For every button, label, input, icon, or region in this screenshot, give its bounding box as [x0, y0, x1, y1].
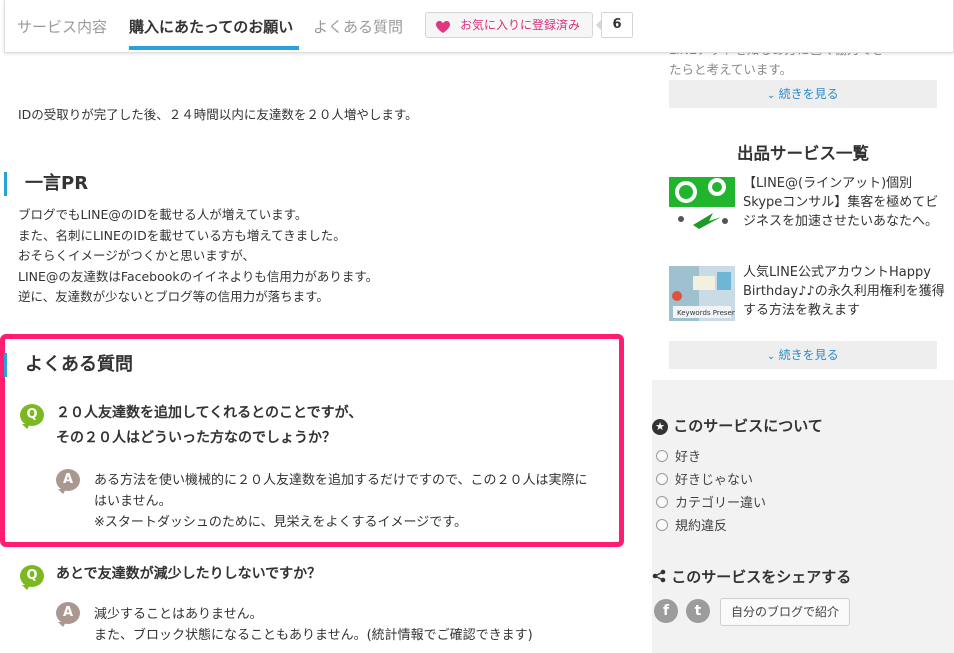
service-title: 【LINE@(ラインアット)個別Skypeコンサル】集客を極めてビジネスを加速さ…: [743, 176, 939, 229]
main-content: IDの受取りが完了した後、２４時間以内に友達数を２０人増やします。 一言PR ブ…: [0, 0, 640, 653]
faq-question: あとで友達数が減少したりしないですか？: [56, 562, 321, 587]
pr-line: LINE@の友達数はFacebookのイイネよりも信用力があります。: [18, 268, 379, 284]
radio-button[interactable]: [656, 473, 668, 485]
chevron-down-icon: ⌄: [767, 91, 775, 101]
radio-button[interactable]: [656, 450, 668, 462]
read-more-label: 続きを見る: [778, 87, 839, 101]
svg-text:Keywords Present: Keywords Present: [677, 309, 735, 317]
answer-line: 減少することはありません。: [94, 607, 263, 622]
pr-line: ブログでもLINE@のIDを載せる人が増えています。: [18, 207, 308, 222]
services-heading: 出品サービス一覧: [737, 144, 869, 163]
services-panel: LINEアットを知るあ方に色く協力でき たらと考えています。 ⌄ 続きを見る 出…: [652, 0, 954, 380]
answer-line: はいません。: [94, 494, 172, 509]
read-more-profile-button[interactable]: ⌄ 続きを見る: [669, 80, 937, 108]
answer-badge: A: [56, 469, 80, 494]
intro-text: IDの受取りが完了した後、２４時間以内に友達数を２０人増やします。: [18, 107, 418, 122]
answer-line: ある方法を使い機械的に２０人友達数を追加するだけですので、この２０人は実際に: [94, 473, 588, 488]
tab-bar: サービス内容 購入にあたってのお願い よくある質問 お気に入りに登録済み 6: [4, 0, 954, 53]
star-circle-icon: ★: [652, 419, 668, 435]
read-more-services-button[interactable]: ⌄ 続きを見る: [669, 341, 937, 369]
pr-heading: 一言PR: [4, 172, 88, 196]
faq-answer: 減少することはありません。 また、ブロック状態になることもありません。(統計情報…: [94, 604, 533, 646]
faq-answer: ある方法を使い機械的に２０人友達数を追加するだけですので、この２０人は実際に は…: [94, 470, 587, 533]
faded-line: たらと考えています。: [669, 62, 793, 77]
share-icon: [652, 568, 671, 586]
active-tab-indicator: [129, 46, 299, 50]
faq-question: ２０人友達数を追加してくれるとのことですが、 その２０人はどういった方なのでしょ…: [56, 401, 362, 451]
radio-button[interactable]: [656, 496, 668, 508]
tab-purchase-notes[interactable]: 購入にあたってのお願い: [129, 16, 293, 37]
about-service-title: ★ このサービスについて: [652, 415, 823, 436]
option-label: 規約違反: [675, 519, 728, 534]
heart-icon: [435, 18, 451, 33]
tab-service-details[interactable]: サービス内容: [17, 16, 107, 37]
facebook-share-button[interactable]: f: [654, 599, 678, 623]
blog-share-button[interactable]: 自分のブログで紹介: [720, 598, 850, 626]
service-item[interactable]: 【LINE@(ラインアット)個別Skypeコンサル】集客を極めてビジネスを加速さ…: [669, 176, 949, 237]
favorite-button[interactable]: お気に入りに登録済み: [425, 12, 593, 38]
favorite-count: 6: [596, 12, 633, 38]
answer-line: ※スタートダッシュのために、見栄えをよくするイメージです。: [94, 515, 467, 530]
favorite-label: お気に入りに登録済み: [460, 18, 581, 32]
chevron-down-icon: ⌄: [767, 352, 775, 362]
service-thumbnail: [669, 177, 735, 232]
question-badge: Q: [20, 565, 44, 590]
service-title: 人気LINE公式アカウントHappy Birthday♪♪の永久利用権利を獲得す…: [743, 265, 945, 318]
pr-line: 逆に、友達数が少ないとブログ等の信用力が落ちます。: [18, 289, 329, 304]
option-label: 好きじゃない: [675, 473, 754, 488]
option-label: 好き: [675, 450, 702, 465]
option-label: カテゴリー違い: [675, 496, 767, 511]
about-title-label: このサービスについて: [673, 417, 823, 435]
share-title-label: このサービスをシェアする: [671, 568, 852, 586]
read-more-label: 続きを見る: [778, 348, 839, 362]
answer-line: また、ブロック状態になることもありません。(統計情報でご確認できます): [94, 628, 533, 643]
faq-heading: よくある質問: [4, 353, 133, 377]
question-line: その２０人はどういった方なのでしょうか？: [56, 430, 336, 446]
sidebar: LINEアットを知るあ方に色く協力でき たらと考えています。 ⌄ 続きを見る 出…: [652, 0, 954, 653]
twitter-share-button[interactable]: t: [686, 599, 710, 623]
pr-line: おそらくイメージがつくかと思いますが、: [18, 248, 256, 263]
pr-text: ブログでもLINE@のIDを載せる人が増えています。 また、名刺にLINEのID…: [18, 205, 378, 308]
radio-button[interactable]: [656, 519, 668, 531]
question-badge: Q: [20, 404, 44, 429]
service-thumbnail: Keywords Present: [669, 266, 735, 321]
question-line: あとで友達数が減少したりしないですか？: [56, 566, 322, 582]
pr-line: また、名刺にLINEのIDを載せている方も増えてきました。: [18, 227, 346, 243]
question-line: ２０人友達数を追加してくれるとのことですが、: [56, 405, 363, 421]
service-item[interactable]: Keywords Present 人気LINE公式アカウントHappy Birt…: [669, 265, 949, 326]
share-title: このサービスをシェアする: [652, 566, 851, 587]
answer-badge: A: [56, 602, 80, 627]
tab-faq[interactable]: よくある質問: [313, 16, 403, 37]
